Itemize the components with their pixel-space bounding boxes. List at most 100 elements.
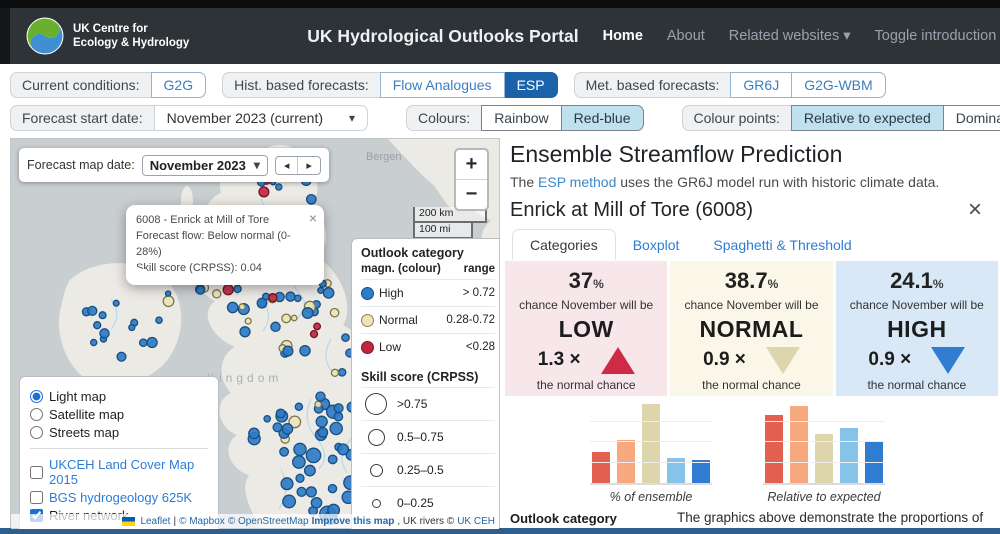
station-marker[interactable]	[258, 186, 270, 198]
station-marker[interactable]	[295, 473, 305, 483]
ukceh-logo[interactable]: UK Centre for Ecology & Hydrology	[26, 17, 189, 55]
station-marker[interactable]	[317, 426, 329, 438]
station-marker[interactable]	[329, 307, 340, 318]
station-marker[interactable]	[329, 421, 343, 436]
station-marker[interactable]	[290, 314, 298, 322]
basemap-option-streets[interactable]: Streets map	[30, 425, 208, 440]
station-marker[interactable]	[164, 290, 172, 297]
popup-close-icon[interactable]: ×	[309, 208, 317, 228]
station-marker[interactable]	[333, 403, 344, 414]
station-marker[interactable]	[275, 183, 283, 191]
flow-analogues-button[interactable]: Flow Analogues	[379, 72, 505, 98]
tab-spaghetti-threshold[interactable]: Spaghetti & Threshold	[696, 230, 868, 260]
tab-categories[interactable]: Categories	[512, 229, 616, 260]
station-marker[interactable]	[222, 284, 234, 296]
station-marker[interactable]	[293, 442, 307, 457]
nav-home[interactable]: Home	[603, 28, 643, 44]
station-marker[interactable]	[294, 402, 304, 412]
station-marker[interactable]	[313, 322, 322, 331]
esp-method-link[interactable]: ESP method	[538, 174, 616, 190]
station-marker[interactable]	[292, 455, 306, 469]
mapbox-link[interactable]: © Mapbox	[179, 516, 225, 527]
streets-map-radio[interactable]	[30, 426, 43, 439]
station-marker[interactable]	[280, 477, 294, 491]
station-marker[interactable]	[272, 422, 283, 433]
station-marker[interactable]	[303, 464, 316, 477]
station-marker[interactable]	[112, 299, 120, 307]
overlay-landcover[interactable]: UKCEH Land Cover Map 2015	[30, 457, 208, 487]
station-marker[interactable]	[314, 400, 323, 409]
forecast-start-date-select[interactable]: November 2023 (current) ▾	[153, 105, 369, 131]
station-marker[interactable]	[116, 351, 127, 362]
nav-toggle-introduction[interactable]: Toggle introduction	[875, 28, 997, 44]
station-marker[interactable]	[195, 285, 206, 295]
station-marker[interactable]	[285, 291, 296, 302]
station-marker[interactable]	[270, 321, 281, 333]
gr6j-button[interactable]: GR6J	[730, 72, 793, 98]
overlay-hydrogeology[interactable]: BGS hydrogeology 625K	[30, 490, 208, 505]
tab-boxplot[interactable]: Boxplot	[616, 230, 697, 260]
esp-button[interactable]: ESP	[504, 72, 558, 98]
station-marker[interactable]	[244, 317, 252, 325]
station-marker[interactable]	[248, 427, 260, 440]
prev-month-button[interactable]: ◂	[276, 157, 298, 174]
rainbow-button[interactable]: Rainbow	[481, 105, 562, 131]
station-marker[interactable]	[256, 297, 268, 309]
station-marker[interactable]	[296, 486, 307, 498]
station-marker[interactable]	[337, 443, 350, 456]
station-marker[interactable]	[99, 328, 110, 339]
station-marker[interactable]	[305, 486, 317, 498]
station-marker[interactable]	[315, 391, 326, 402]
station-marker[interactable]	[226, 301, 239, 314]
g2g-button[interactable]: G2G	[150, 72, 207, 98]
station-marker[interactable]	[128, 323, 136, 332]
osm-link[interactable]: © OpenStreetMap	[228, 516, 309, 527]
station-marker[interactable]	[233, 284, 242, 294]
dominant-tercile-button[interactable]: Dominant tercile	[943, 105, 1000, 131]
nav-related-websites[interactable]: Related websites ▾	[729, 28, 851, 44]
next-month-button[interactable]: ▸	[297, 156, 320, 174]
station-marker[interactable]	[275, 408, 286, 419]
station-marker[interactable]	[293, 294, 302, 303]
hydrogeology-checkbox[interactable]	[30, 491, 43, 504]
station-marker[interactable]	[330, 368, 340, 377]
relative-to-expected-button[interactable]: Relative to expected	[790, 105, 944, 131]
station-marker[interactable]	[146, 336, 158, 349]
station-marker[interactable]	[98, 311, 107, 320]
station-marker[interactable]	[310, 496, 323, 509]
station-marker[interactable]	[282, 494, 297, 509]
station-marker[interactable]	[89, 338, 98, 347]
station-marker[interactable]	[281, 313, 292, 324]
station-marker[interactable]	[93, 321, 102, 330]
station-marker[interactable]	[155, 316, 163, 325]
basemap-option-light[interactable]: Light map	[30, 389, 208, 404]
station-marker[interactable]	[327, 483, 338, 494]
forecast-map-date-select[interactable]: November 2023 ▾	[141, 154, 268, 176]
station-marker[interactable]	[239, 326, 251, 338]
station-marker[interactable]	[333, 411, 344, 422]
station-marker[interactable]	[268, 293, 278, 303]
improve-map-link[interactable]: Improve this map	[312, 516, 395, 527]
station-marker[interactable]	[315, 415, 328, 428]
red-blue-button[interactable]: Red-blue	[561, 105, 644, 131]
basemap-option-satellite[interactable]: Satellite map	[30, 407, 208, 422]
close-icon[interactable]: ×	[968, 198, 982, 222]
station-marker[interactable]	[317, 286, 325, 294]
overlay-label[interactable]: BGS hydrogeology 625K	[49, 490, 192, 505]
station-marker[interactable]	[305, 447, 322, 464]
station-marker[interactable]	[299, 344, 311, 357]
station-marker[interactable]	[279, 446, 290, 457]
station-marker[interactable]	[87, 305, 98, 317]
leaflet-link[interactable]: Leaflet	[140, 516, 170, 527]
station-marker[interactable]	[263, 414, 272, 423]
light-map-radio[interactable]	[30, 390, 43, 403]
ukceh-link[interactable]: UK CEH	[457, 516, 495, 527]
station-marker[interactable]	[162, 295, 175, 308]
forecast-map[interactable]: Bergen Kingdom Forecast map date: Novemb…	[10, 138, 500, 530]
station-marker[interactable]	[327, 454, 338, 465]
station-marker[interactable]	[322, 287, 335, 299]
zoom-in-button[interactable]: +	[456, 150, 487, 180]
station-marker[interactable]	[282, 345, 294, 357]
station-marker[interactable]	[138, 338, 148, 348]
station-marker[interactable]	[211, 289, 222, 299]
